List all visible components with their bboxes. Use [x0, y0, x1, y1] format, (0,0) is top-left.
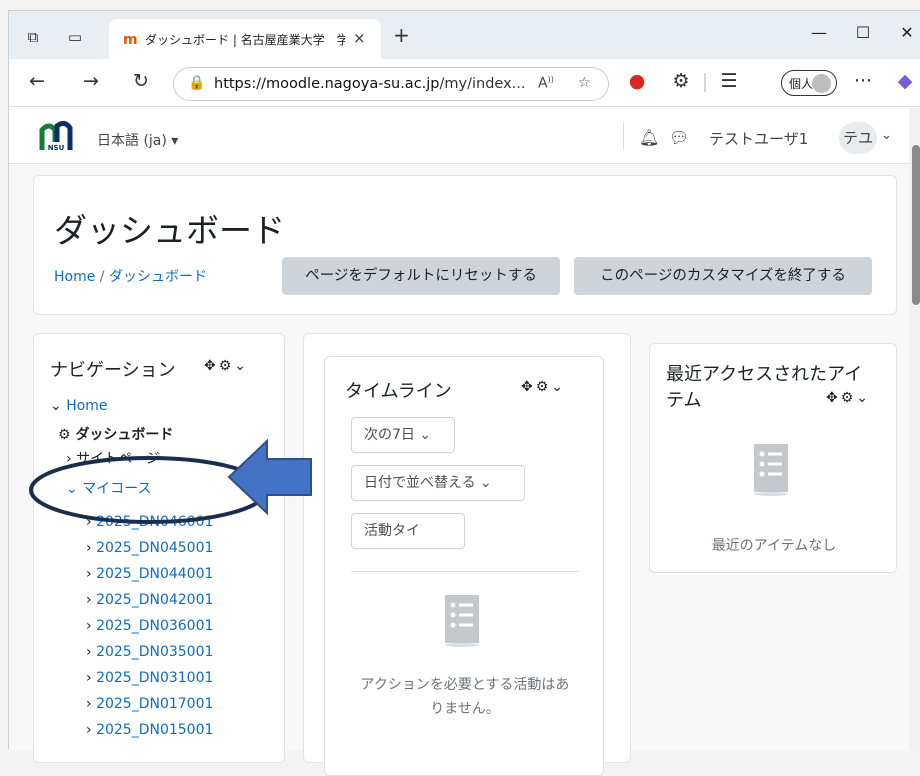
browser-window: ⧉ ▭ m ダッシュボード | 名古屋産業大学 学 × + — ☐ ✕ ← → … — [8, 10, 920, 776]
highlight-ellipse — [29, 456, 269, 524]
highlight-arrow — [227, 438, 312, 516]
annotation-overlay — [29, 438, 312, 524]
